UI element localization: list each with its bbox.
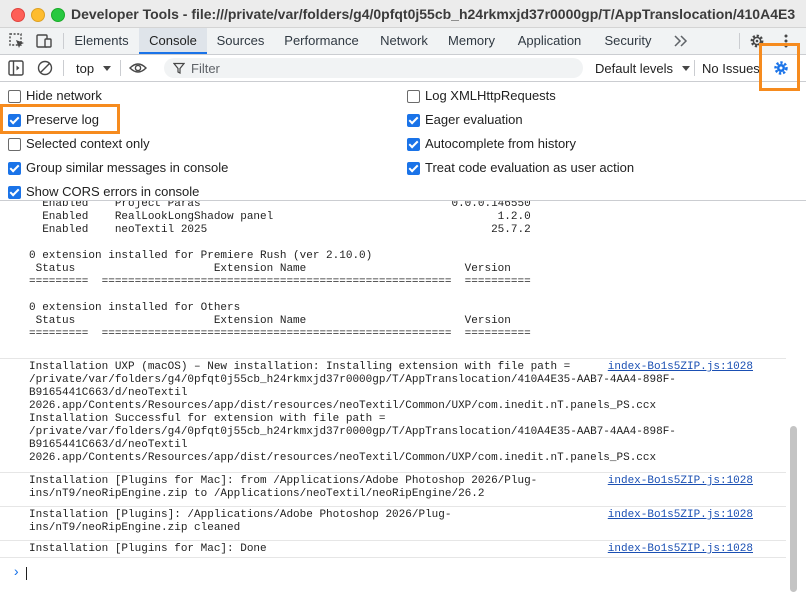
console-toolbar: top Default levels No Issues <box>0 55 806 82</box>
console-message-text: Installation [Plugins for Mac]: Done <box>29 543 267 555</box>
tab-application[interactable]: Application <box>506 28 593 54</box>
console-settings-gear-icon[interactable] <box>771 59 791 77</box>
console-message: Installation [Plugins for Mac]: from /Ap… <box>0 472 786 504</box>
console-message-source-link[interactable]: index-Bo1s5ZIP.js:1028 <box>608 543 753 556</box>
context-selector[interactable]: top <box>76 61 111 76</box>
setting-label: Hide network <box>26 88 102 103</box>
log-levels-label: Default levels <box>595 61 674 76</box>
preserve-log-checkbox[interactable] <box>8 114 21 127</box>
tab-network[interactable]: Network <box>371 28 437 54</box>
console-scrollbar[interactable] <box>790 426 797 592</box>
clear-console-icon[interactable] <box>35 59 55 77</box>
console-input[interactable] <box>26 567 27 580</box>
console-message-source-link[interactable]: index-Bo1s5ZIP.js:1028 <box>608 475 753 488</box>
console-message: Installation [Plugins]: /Applications/Ad… <box>0 506 786 538</box>
console-message: Installation [Plugins for Mac]: Done ind… <box>0 540 786 558</box>
eye-icon[interactable] <box>128 59 148 77</box>
issues-button[interactable]: No Issues <box>702 61 760 76</box>
tab-elements[interactable]: Elements <box>66 28 137 54</box>
console-message-text: Installation [Plugins]: /Applications/Ad… <box>29 509 452 534</box>
toolbar-separator <box>63 60 64 76</box>
tabbar-separator <box>63 33 64 49</box>
minimize-window-button[interactable] <box>31 8 45 22</box>
console-output: Enabled Project Paras 0.0.0.146550 Enabl… <box>0 201 806 598</box>
device-toolbar-icon[interactable] <box>34 32 54 50</box>
context-selector-label: top <box>76 61 95 76</box>
setting-label: Treat code evaluation as user action <box>425 160 635 175</box>
window-title: Developer Tools - file:///private/var/fo… <box>71 6 796 22</box>
tab-memory[interactable]: Memory <box>439 28 504 54</box>
hide-network-checkbox[interactable] <box>8 90 21 103</box>
tabbar-separator-right <box>739 33 740 49</box>
tab-sources[interactable]: Sources <box>209 28 272 54</box>
tab-console[interactable]: Console <box>139 28 207 54</box>
sidebar-toggle-icon[interactable] <box>6 59 26 77</box>
more-tabs-icon[interactable] <box>671 32 691 50</box>
log-levels-dropdown[interactable]: Default levels <box>595 61 690 76</box>
setting-label: Eager evaluation <box>425 112 523 127</box>
setting-label: Show CORS errors in console <box>26 184 200 199</box>
close-window-button[interactable] <box>11 8 25 22</box>
setting-label: Group similar messages in console <box>26 160 229 175</box>
console-message-text: Installation UXP (macOS) – New installat… <box>29 361 676 464</box>
kebab-menu-icon[interactable] <box>776 32 796 50</box>
eager-evaluation-checkbox[interactable] <box>407 114 420 127</box>
show-cors-checkbox[interactable] <box>8 186 21 199</box>
filter-input[interactable] <box>191 60 571 76</box>
log-xhr-checkbox[interactable] <box>407 90 420 103</box>
setting-label: Preserve log <box>26 112 99 127</box>
tab-performance[interactable]: Performance <box>274 28 369 54</box>
console-message-source-link[interactable]: index-Bo1s5ZIP.js:1028 <box>608 509 753 522</box>
console-message-source-link[interactable]: index-Bo1s5ZIP.js:1028 <box>608 361 753 374</box>
filter-box[interactable] <box>164 58 583 78</box>
dropdown-caret-icon <box>102 66 111 71</box>
devtools-tabbar: Elements Console Sources Performance Net… <box>0 28 806 55</box>
toolbar-separator-3 <box>694 60 695 76</box>
inspect-element-icon[interactable] <box>7 32 27 50</box>
selected-context-checkbox[interactable] <box>8 138 21 151</box>
console-settings-pane: Hide network Preserve log Selected conte… <box>0 82 806 201</box>
gear-icon[interactable] <box>747 32 767 50</box>
filter-icon <box>173 62 185 74</box>
dropdown-caret-icon <box>681 66 690 71</box>
console-message: Installation UXP (macOS) – New installat… <box>0 358 786 470</box>
extension-table-output: Enabled Project Paras 0.0.0.146550 Enabl… <box>29 201 531 340</box>
tab-security[interactable]: Security <box>595 28 661 54</box>
setting-label: Log XMLHttpRequests <box>425 88 556 103</box>
console-message-text: Installation [Plugins for Mac]: from /Ap… <box>29 475 538 500</box>
group-similar-checkbox[interactable] <box>8 162 21 175</box>
setting-label: Selected context only <box>26 136 150 151</box>
zoom-window-button[interactable] <box>51 8 65 22</box>
setting-label: Autocomplete from history <box>425 136 577 151</box>
window-titlebar: Developer Tools - file:///private/var/fo… <box>0 0 806 28</box>
toolbar-separator-2 <box>120 60 121 76</box>
autocomplete-history-checkbox[interactable] <box>407 138 420 151</box>
treat-eval-checkbox[interactable] <box>407 162 420 175</box>
console-prompt-icon: › <box>12 565 21 581</box>
